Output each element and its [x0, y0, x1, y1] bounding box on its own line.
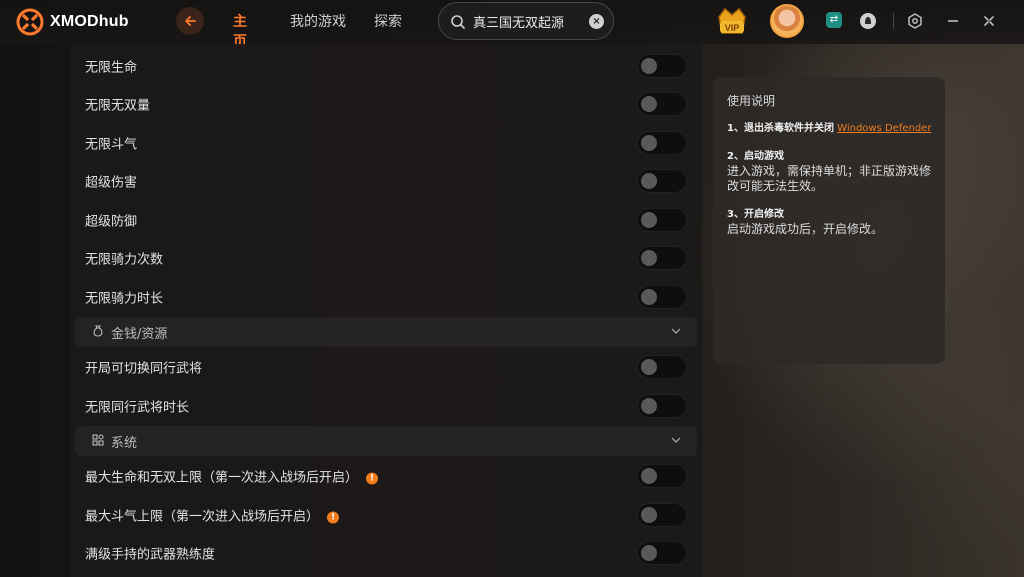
instructions-body: 1、退出杀毒软件并关闭 Windows Defender 2、启动游戏 进入游戏… [727, 122, 937, 251]
cheat-toggle[interactable] [637, 208, 687, 232]
cheat-row: 最大斗气上限（第一次进入战场后开启）! [70, 496, 702, 534]
cheat-toggle[interactable] [637, 92, 687, 116]
cheat-label: 无限无双量 [85, 98, 151, 114]
windows-defender-link[interactable]: Windows Defender [837, 123, 931, 134]
switch-icon[interactable]: ⇄ [826, 12, 842, 28]
qq-icon[interactable] [859, 12, 877, 30]
gear-icon[interactable] [906, 12, 924, 30]
cheat-toggle[interactable] [637, 355, 687, 379]
close-icon[interactable] [980, 12, 998, 30]
app-logo[interactable]: XMODhub [16, 8, 129, 36]
close-circle-icon[interactable]: × [589, 14, 604, 29]
cheat-label: 无限骑力次数 [85, 252, 164, 268]
step-3: 3、开启修改 启动游戏成功后，开启修改。 [727, 208, 937, 237]
cheat-toggle[interactable] [637, 464, 687, 488]
top-bar: XMODhub 主页 我的游戏 探索 × VIP ⇄ [0, 0, 1024, 50]
minimize-icon[interactable] [944, 12, 962, 30]
instructions-card: 使用说明 1、退出杀毒软件并关闭 Windows Defender 2、启动游戏… [713, 77, 945, 364]
vip-crown-icon[interactable]: VIP [714, 5, 750, 39]
info-icon[interactable]: ! [366, 472, 379, 484]
header-divider [893, 13, 894, 29]
step-1: 1、退出杀毒软件并关闭 Windows Defender [727, 122, 937, 136]
cheat-label: 无限生命 [85, 60, 138, 76]
cheat-toggle[interactable] [637, 131, 687, 155]
avatar[interactable] [770, 4, 804, 38]
cheat-row: 无限同行武将时长 [70, 387, 702, 425]
cheat-toggle[interactable] [637, 169, 687, 193]
back-button[interactable] [176, 7, 204, 35]
instructions-title: 使用说明 [727, 94, 776, 108]
cheat-label: 最大斗气上限（第一次进入战场后开启）! [85, 506, 340, 525]
cheat-label: 无限骑力时长 [85, 291, 164, 307]
step-2-head: 2、启动游戏 [727, 151, 784, 162]
cheat-toggle[interactable] [637, 246, 687, 270]
cheat-label: 超级防御 [85, 214, 138, 230]
cheat-toggle[interactable] [637, 285, 687, 309]
section-header-money[interactable]: 金钱/资源 [75, 317, 697, 347]
xmod-logo-icon [16, 8, 44, 36]
cheat-toggle[interactable] [637, 503, 687, 527]
apps-icon [92, 434, 104, 446]
cheat-label-text: 最大生命和无双上限（第一次进入战场后开启） [85, 470, 359, 486]
cheat-label: 开局可切换同行武将 [85, 361, 203, 377]
cheat-row: 最大生命和无双上限（第一次进入战场后开启）! [70, 457, 702, 495]
cheat-label: 无限同行武将时长 [85, 400, 190, 416]
search-input[interactable] [473, 11, 589, 31]
nav-my-games[interactable]: 我的游戏 [290, 11, 360, 31]
cheat-label: 超级伤害 [85, 175, 138, 191]
cheat-toggle[interactable] [637, 54, 687, 78]
section-label: 金钱/资源 [111, 327, 168, 342]
step-3-text: 启动游戏成功后，开启修改。 [727, 222, 884, 236]
step-2-text: 进入游戏，需保持单机；非正版游戏修改可能无法生效。 [727, 164, 932, 193]
section-label: 系统 [111, 436, 138, 451]
nav-explore[interactable]: 探索 [374, 11, 414, 31]
cheat-label: 无限斗气 [85, 137, 138, 153]
cheat-row: 开局可切换同行武将 [70, 348, 702, 386]
cheat-row: 无限斗气 [70, 124, 702, 162]
search-icon [451, 15, 465, 29]
cheat-row: 超级防御 [70, 201, 702, 239]
step-2: 2、启动游戏 进入游戏，需保持单机；非正版游戏修改可能无法生效。 [727, 150, 937, 194]
section-header-system[interactable]: 系统 [75, 426, 697, 456]
chevron-down-icon [671, 437, 681, 443]
step-3-head: 3、开启修改 [727, 209, 784, 220]
arrow-left-icon [185, 16, 196, 26]
money-bag-icon [93, 325, 103, 337]
search-box[interactable]: × [438, 2, 614, 40]
cheat-label: 满级手持的武器熟练度 [85, 547, 216, 563]
info-icon[interactable]: ! [327, 511, 340, 523]
chevron-down-icon [671, 328, 681, 334]
cheat-panel: 无限生命 无限无双量 无限斗气 超级伤害 超级防御 无限骑力次数 无限骑力时长 … [70, 44, 702, 577]
cheat-row: 超级伤害 [70, 162, 702, 200]
step-1-head: 1、退出杀毒软件并关闭 [727, 123, 834, 134]
cheat-toggle[interactable] [637, 541, 687, 565]
cheat-label: 最大生命和无双上限（第一次进入战场后开启）! [85, 467, 379, 486]
cheat-label-text: 最大斗气上限（第一次进入战场后开启） [85, 509, 320, 525]
cheat-row: 满级手持的武器熟练度 [70, 534, 702, 572]
cheat-row: 无限生命 [70, 47, 702, 85]
cheat-row: 无限无双量 [70, 85, 702, 123]
cheat-row: 无限骑力时长 [70, 278, 702, 316]
vip-label: VIP [725, 23, 740, 33]
cheat-toggle[interactable] [637, 394, 687, 418]
logo-text: XMODhub [50, 13, 129, 30]
cheat-row: 无限骑力次数 [70, 239, 702, 277]
